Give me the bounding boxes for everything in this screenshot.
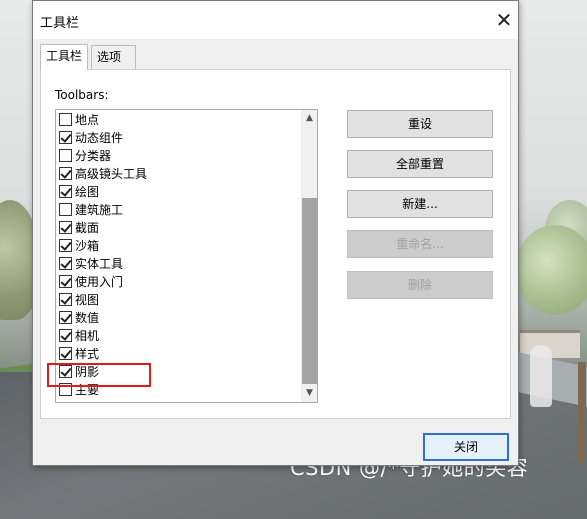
toolbar-item-label: 实体工具 xyxy=(75,256,124,271)
toolbar-list-item[interactable]: 分类器 xyxy=(56,146,301,164)
toolbar-list-item[interactable]: 高级镜头工具 xyxy=(56,164,301,182)
delete-button[interactable]: 删除 xyxy=(347,271,493,299)
toolbar-item-label: 高级镜头工具 xyxy=(75,166,148,181)
toolbar-list-item[interactable]: 截面 xyxy=(56,218,301,236)
toolbar-list-item[interactable]: 数值 xyxy=(56,308,301,326)
toolbar-list-item[interactable]: 沙箱 xyxy=(56,236,301,254)
checkbox-checked[interactable] xyxy=(59,166,72,180)
reset-button[interactable]: 重设 xyxy=(347,110,493,138)
toolbar-list-item[interactable]: 样式 xyxy=(56,344,301,362)
scroll-down-icon[interactable]: ▼ xyxy=(301,385,317,402)
toolbar-list-item[interactable]: 建筑施工 xyxy=(56,200,301,218)
toolbars-list[interactable]: 地点动态组件分类器高级镜头工具 绘图建筑施工截面沙箱实体工具使用入门视图数值相机样… xyxy=(55,109,318,403)
checkbox-checked[interactable] xyxy=(59,238,72,252)
toolbar-list-item[interactable]: 使用入门 xyxy=(56,272,301,290)
close-icon[interactable]: ✕ xyxy=(491,7,517,33)
toolbar-item-label: 数值 xyxy=(75,310,100,325)
toolbar-item-label: 动态组件 xyxy=(75,130,124,145)
dialog-title: 工具栏 xyxy=(40,16,80,31)
checkbox-checked[interactable] xyxy=(59,130,72,144)
toolbar-item-label: 相机 xyxy=(75,328,100,343)
toolbar-list-item[interactable]: 地点 xyxy=(56,110,301,128)
toolbar-list-item[interactable]: 实体工具 xyxy=(56,254,301,272)
checkbox-unchecked[interactable] xyxy=(59,202,72,216)
reset-all-button[interactable]: 全部重置 xyxy=(347,150,493,178)
checkbox-checked[interactable] xyxy=(59,184,72,198)
checkbox-checked[interactable] xyxy=(59,256,72,270)
toolbar-item-label: 截面 xyxy=(75,220,100,235)
checkbox-unchecked[interactable] xyxy=(59,112,72,126)
checkbox-checked[interactable] xyxy=(59,220,72,234)
toolbar-list-item[interactable]: 相机 xyxy=(56,326,301,344)
toolbar-item-label: 使用入门 xyxy=(75,274,124,289)
toolbars-dialog: 工具栏 ✕ 工具栏 选项 Toolbars: 地点动态组件分类器高级镜头工具 绘图… xyxy=(32,0,519,466)
checkbox-checked[interactable] xyxy=(59,274,72,288)
checkbox-checked[interactable] xyxy=(59,328,72,342)
list-scrollbar[interactable]: ▲ ▼ xyxy=(301,110,317,402)
tab-toolbars[interactable]: 工具栏 xyxy=(40,44,89,70)
toolbar-item-label: 地点 xyxy=(75,112,100,127)
toolbar-list-item[interactable]: 动态组件 xyxy=(56,128,301,146)
toolbars-label: Toolbars: xyxy=(55,88,109,102)
scroll-thumb[interactable] xyxy=(302,198,317,384)
checkbox-checked[interactable] xyxy=(59,292,72,306)
background-pole xyxy=(578,362,586,462)
checkbox-unchecked[interactable] xyxy=(59,148,72,162)
toolbar-item-label: 沙箱 xyxy=(75,238,100,253)
toolbars-items: 地点动态组件分类器高级镜头工具 绘图建筑施工截面沙箱实体工具使用入门视图数值相机样… xyxy=(56,110,301,398)
scroll-up-icon[interactable]: ▲ xyxy=(301,110,317,127)
toolbar-item-label: 绘图 xyxy=(75,184,100,199)
toolbar-item-label: 样式 xyxy=(75,346,100,361)
title-bar: 工具栏 ✕ xyxy=(33,1,518,39)
toolbar-item-label: 建筑施工 xyxy=(75,202,124,217)
toolbar-list-item[interactable]: 视图 xyxy=(56,290,301,308)
toolbar-item-label: 分类器 xyxy=(75,148,112,163)
background-tree xyxy=(515,225,587,315)
annotation-highlight-box xyxy=(47,363,151,387)
tab-options[interactable]: 选项 xyxy=(91,45,136,69)
checkbox-checked[interactable] xyxy=(59,346,72,360)
background-person xyxy=(530,345,552,407)
rename-button[interactable]: 重命名... xyxy=(347,230,493,258)
checkbox-checked[interactable] xyxy=(59,310,72,324)
toolbar-item-label: 视图 xyxy=(75,292,100,307)
toolbar-list-item[interactable]: 绘图 xyxy=(56,182,301,200)
new-button[interactable]: 新建... xyxy=(347,190,493,218)
close-button[interactable]: 关闭 xyxy=(423,433,509,461)
